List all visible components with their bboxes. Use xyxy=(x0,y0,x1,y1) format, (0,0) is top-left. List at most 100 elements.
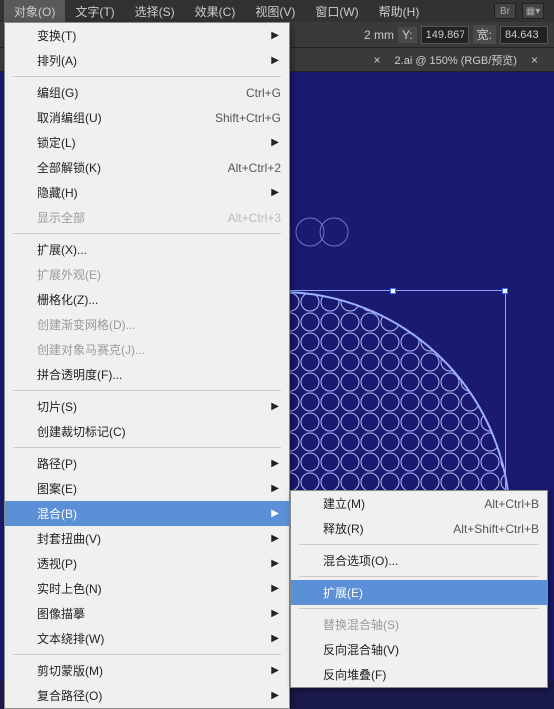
menu-item-label: 切片(S) xyxy=(37,398,77,415)
menubar: 对象(O) 文字(T) 选择(S) 效果(C) 视图(V) 窗口(W) 帮助(H… xyxy=(0,0,554,22)
object-menu-item-15[interactable]: 拼合透明度(F)... xyxy=(5,362,289,387)
menu-item-label: 实时上色(N) xyxy=(37,580,102,597)
menu-item-shortcut: Alt+Ctrl+3 xyxy=(228,211,281,225)
object-menu-item-3[interactable]: 编组(G) Ctrl+G xyxy=(5,80,289,105)
object-menu-item-29[interactable]: 剪切蒙版(M)▶ xyxy=(5,658,289,683)
object-menu-item-27[interactable]: 文本绕排(W) ▶ xyxy=(5,626,289,651)
menu-item-label: 图案(E) xyxy=(37,480,77,497)
blend-submenu-item-8[interactable]: 反向混合轴(V) xyxy=(291,637,547,662)
menu-effect[interactable]: 效果(C) xyxy=(185,0,246,23)
menu-item-label: 替换混合轴(S) xyxy=(323,616,399,633)
submenu-arrow-icon: ▶ xyxy=(271,633,279,644)
object-menu-item-12[interactable]: 栅格化(Z)... xyxy=(5,287,289,312)
blend-submenu-item-5[interactable]: 扩展(E) xyxy=(291,580,547,605)
tab-close-right[interactable]: × xyxy=(525,53,544,67)
blend-submenu-separator xyxy=(299,576,539,577)
menu-item-label: 透视(P) xyxy=(37,555,77,572)
menu-item-shortcut: Shift+Ctrl+G xyxy=(215,111,281,125)
menu-item-shortcut: Alt+Ctrl+B xyxy=(484,497,539,511)
object-menu-item-25[interactable]: 实时上色(N) ▶ xyxy=(5,576,289,601)
object-menu-item-11: 扩展外观(E) xyxy=(5,262,289,287)
menu-item-label: 混合选项(O)... xyxy=(323,552,398,569)
menu-item-label: 创建渐变网格(D)... xyxy=(37,316,136,333)
document-tab[interactable]: 2.ai @ 150% (RGB/预览) xyxy=(387,48,525,72)
handle-tr[interactable] xyxy=(502,288,508,294)
menu-view[interactable]: 视图(V) xyxy=(245,0,305,23)
menu-item-label: 取消编组(U) xyxy=(37,109,102,126)
y-input[interactable] xyxy=(421,26,469,44)
object-menu-item-18[interactable]: 创建裁切标记(C) xyxy=(5,419,289,444)
blend-submenu-separator xyxy=(299,608,539,609)
object-menu-item-22[interactable]: 混合(B)▶ xyxy=(5,501,289,526)
object-menu-item-5[interactable]: 锁定(L)▶ xyxy=(5,130,289,155)
menu-item-label: 封套扭曲(V) xyxy=(37,530,101,547)
w-label: 宽: xyxy=(473,25,496,44)
selection-bounds xyxy=(280,290,506,518)
submenu-arrow-icon: ▶ xyxy=(271,533,279,544)
menu-item-label: 图像描摹 xyxy=(37,605,85,622)
blend-submenu-item-0[interactable]: 建立(M) Alt+Ctrl+B xyxy=(291,491,547,516)
menu-item-label: 拼合透明度(F)... xyxy=(37,366,122,383)
object-menu-item-26[interactable]: 图像描摹 ▶ xyxy=(5,601,289,626)
object-menu-item-17[interactable]: 切片(S)▶ xyxy=(5,394,289,419)
submenu-arrow-icon: ▶ xyxy=(271,583,279,594)
menu-type[interactable]: 文字(T) xyxy=(65,0,124,23)
object-menu-item-24[interactable]: 透视(P)▶ xyxy=(5,551,289,576)
object-menu-item-10[interactable]: 扩展(X)... xyxy=(5,237,289,262)
object-menu-dropdown: 变换(T)▶排列(A)▶ 编组(G) Ctrl+G 取消编组(U) Shift+Ctrl… xyxy=(4,22,290,709)
menu-item-label: 扩展(X)... xyxy=(37,241,87,258)
submenu-arrow-icon: ▶ xyxy=(271,30,279,41)
object-menu-item-1[interactable]: 排列(A)▶ xyxy=(5,48,289,73)
object-menu-item-6[interactable]: 全部解锁(K) Alt+Ctrl+2 xyxy=(5,155,289,180)
menu-item-label: 编组(G) xyxy=(37,84,78,101)
menu-item-label: 混合(B) xyxy=(37,505,77,522)
blend-submenu-item-1[interactable]: 释放(R)Alt+Shift+Ctrl+B xyxy=(291,516,547,541)
x-suffix: 2 mm xyxy=(364,28,394,42)
submenu-arrow-icon: ▶ xyxy=(271,458,279,469)
menu-item-label: 反向堆叠(F) xyxy=(323,666,386,683)
menu-item-label: 路径(P) xyxy=(37,455,77,472)
tab-close-left[interactable]: × xyxy=(368,53,387,67)
submenu-arrow-icon: ▶ xyxy=(271,55,279,66)
menu-item-label: 锁定(L) xyxy=(37,134,76,151)
menu-item-label: 全部解锁(K) xyxy=(37,159,101,176)
object-menu-item-0[interactable]: 变换(T)▶ xyxy=(5,23,289,48)
object-menu-item-30[interactable]: 复合路径(O)▶ xyxy=(5,683,289,708)
object-menu-item-14: 创建对象马赛克(J)... xyxy=(5,337,289,362)
object-menu-item-21[interactable]: 图案(E) ▶ xyxy=(5,476,289,501)
menu-item-label: 扩展(E) xyxy=(323,584,363,601)
object-menu-item-8: 显示全部 Alt+Ctrl+3 xyxy=(5,205,289,230)
blend-submenu-item-3[interactable]: 混合选项(O)... xyxy=(291,548,547,573)
object-menu-item-7[interactable]: 隐藏(H)▶ xyxy=(5,180,289,205)
menu-item-label: 反向混合轴(V) xyxy=(323,641,399,658)
menu-item-shortcut: Ctrl+G xyxy=(246,86,281,100)
menu-item-shortcut: Alt+Shift+Ctrl+B xyxy=(453,522,539,536)
menu-window[interactable]: 窗口(W) xyxy=(305,0,368,23)
blend-submenu-separator xyxy=(299,544,539,545)
menu-item-shortcut: Alt+Ctrl+2 xyxy=(228,161,281,175)
y-label: Y: xyxy=(398,27,417,43)
menu-item-label: 栅格化(Z)... xyxy=(37,291,98,308)
submenu-arrow-icon: ▶ xyxy=(271,608,279,619)
blend-submenu-item-9[interactable]: 反向堆叠(F) xyxy=(291,662,547,687)
menubar-right: Br ▦▾ xyxy=(494,3,550,19)
object-menu-item-20[interactable]: 路径(P) ▶ xyxy=(5,451,289,476)
object-menu-separator xyxy=(13,447,281,448)
menu-select[interactable]: 选择(S) xyxy=(125,0,185,23)
menu-item-label: 建立(M) xyxy=(323,495,365,512)
submenu-arrow-icon: ▶ xyxy=(271,187,279,198)
w-input[interactable] xyxy=(500,26,548,44)
bridge-icon[interactable]: Br xyxy=(494,3,516,19)
submenu-arrow-icon: ▶ xyxy=(271,483,279,494)
menu-item-label: 文本绕排(W) xyxy=(37,630,104,647)
layout-icon[interactable]: ▦▾ xyxy=(522,3,544,19)
handle-tc[interactable] xyxy=(390,288,396,294)
object-menu-item-4[interactable]: 取消编组(U) Shift+Ctrl+G xyxy=(5,105,289,130)
menu-object[interactable]: 对象(O) xyxy=(4,0,65,23)
object-menu-item-23[interactable]: 封套扭曲(V) ▶ xyxy=(5,526,289,551)
menu-item-label: 创建对象马赛克(J)... xyxy=(37,341,145,358)
menu-item-label: 复合路径(O) xyxy=(37,687,102,704)
menu-item-label: 显示全部 xyxy=(37,209,85,226)
menu-help[interactable]: 帮助(H) xyxy=(369,0,430,23)
blend-submenu: 建立(M) Alt+Ctrl+B 释放(R)Alt+Shift+Ctrl+B 混合选项… xyxy=(290,490,548,688)
